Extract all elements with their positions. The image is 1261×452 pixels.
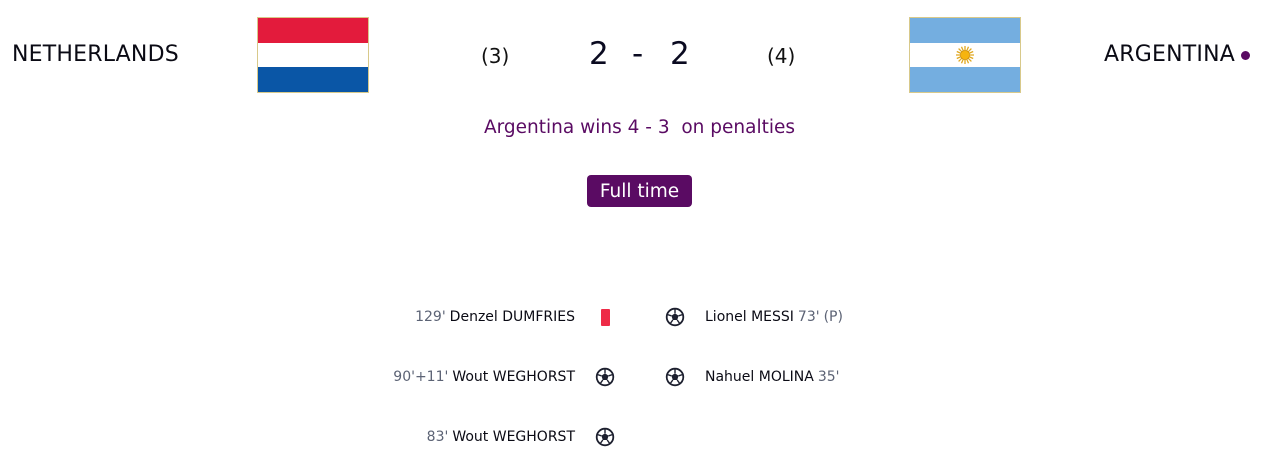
winner-indicator-dot bbox=[1241, 51, 1250, 60]
home-team-name[interactable]: NETHERLANDS bbox=[12, 42, 179, 67]
home-score: 2 bbox=[589, 36, 609, 72]
penalty-result-text: Argentina wins 4 - 3 on penalties bbox=[483, 117, 796, 138]
home-event-row: 129' Denzel DUMFRIES bbox=[415, 306, 575, 328]
away-score: 2 bbox=[670, 36, 690, 72]
event-minute: 35' bbox=[817, 369, 840, 385]
goal-ball-icon bbox=[594, 426, 616, 448]
event-player[interactable]: Wout WEGHORST bbox=[452, 369, 575, 385]
goal-ball-icon bbox=[664, 366, 686, 388]
event-player[interactable]: Nahuel MOLINA bbox=[705, 369, 814, 385]
away-penalty-score: (4) bbox=[767, 44, 796, 68]
red-card-icon bbox=[594, 306, 616, 328]
sun-of-may-icon bbox=[956, 45, 974, 64]
away-event-row: Lionel MESSI 73' (P) bbox=[705, 306, 843, 328]
event-player[interactable]: Denzel DUMFRIES bbox=[450, 309, 575, 325]
event-minute: 83' bbox=[426, 429, 449, 445]
event-minute: 90'+11' bbox=[393, 369, 449, 385]
event-minute: 129' bbox=[415, 309, 446, 325]
goal-ball-icon bbox=[594, 366, 616, 388]
argentina-flag-icon[interactable] bbox=[909, 17, 1021, 93]
event-player[interactable]: Wout WEGHORST bbox=[452, 429, 575, 445]
away-team-name[interactable]: ARGENTINA bbox=[1104, 42, 1235, 67]
score-separator: - bbox=[632, 36, 644, 72]
home-event-row: 90'+11' Wout WEGHORST bbox=[393, 366, 575, 388]
home-event-row: 83' Wout WEGHORST bbox=[427, 426, 575, 448]
away-event-row: Nahuel MOLINA 35' bbox=[705, 366, 840, 388]
goal-ball-icon bbox=[664, 306, 686, 328]
event-player[interactable]: Lionel MESSI bbox=[705, 309, 794, 325]
penalty-note: (P) bbox=[823, 309, 843, 325]
match-status-badge: Full time bbox=[587, 175, 692, 207]
event-minute: 73' bbox=[797, 309, 820, 325]
home-penalty-score: (3) bbox=[481, 44, 510, 68]
netherlands-flag-icon[interactable] bbox=[257, 17, 369, 93]
